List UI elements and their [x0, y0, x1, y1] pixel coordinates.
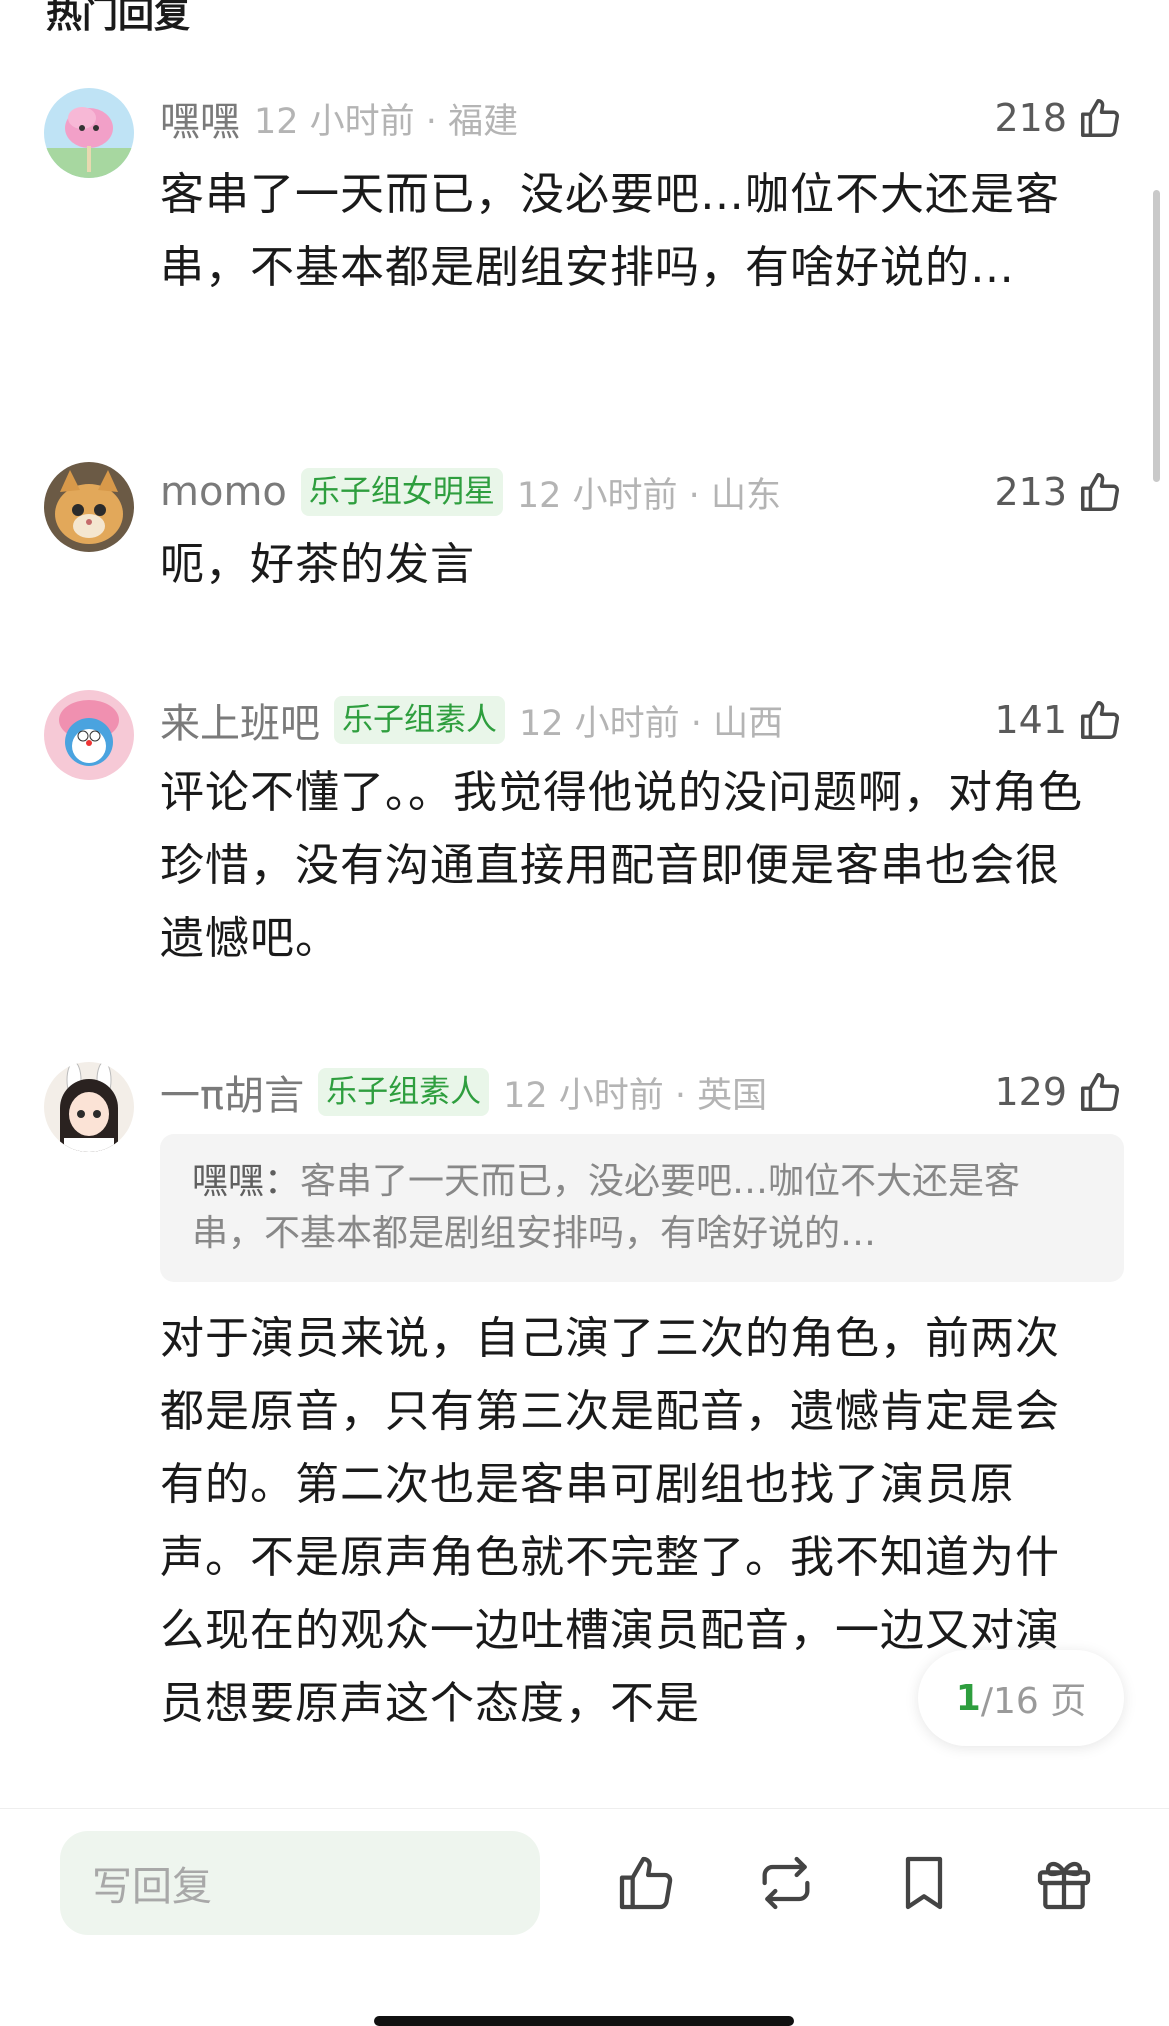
section-title: 热门回复	[46, 0, 191, 36]
bottom-action-bar: 写回复	[0, 1808, 1169, 2024]
username[interactable]: 嘿嘿	[160, 89, 240, 147]
like-count: 141	[994, 698, 1067, 742]
gift-icon[interactable]	[1030, 1849, 1098, 1917]
user-badge: 乐子组素人	[318, 1068, 490, 1116]
avatar[interactable]	[44, 690, 134, 780]
user-badge: 乐子组素人	[334, 696, 505, 744]
username[interactable]: 来上班吧	[160, 691, 320, 749]
thumbs-up-icon[interactable]	[612, 1849, 680, 1917]
thumbs-up-icon	[1081, 473, 1119, 511]
user-badge: 乐子组女明星	[300, 468, 503, 516]
current-page: 1	[955, 1677, 981, 1719]
page-indicator[interactable]: 1/16 页	[918, 1650, 1124, 1746]
like-count: 218	[994, 96, 1067, 140]
comment-meta: 12 小时前 · 英国	[503, 1075, 768, 1116]
home-indicator[interactable]	[374, 2016, 794, 2026]
comment-text: 客串了一天而已，没必要吧…咖位不大还是客串，不基本都是剧组安排吗，有啥好说的…	[160, 169, 1060, 293]
comment-meta: 12 小时前 · 山东	[516, 475, 781, 516]
comment-text: 评论不懂了。。我觉得他说的没问题啊，对角色珍惜，没有沟通直接用配音即便是客串也会…	[160, 767, 1083, 964]
quote-text: 嘿嘿：客串了一天而已，没必要吧…咖位不大还是客串，不基本都是剧组安排吗，有啥好说…	[192, 1161, 1021, 1254]
username[interactable]: momo	[160, 469, 287, 515]
reply-placeholder: 写回复	[92, 1864, 212, 1910]
like-button[interactable]: 218	[994, 88, 1123, 148]
comment-meta: 12 小时前 · 山西	[519, 703, 784, 744]
comment-text: 呃，好茶的发言	[160, 539, 475, 590]
thumbs-up-icon	[1081, 701, 1119, 739]
bookmark-icon[interactable]	[890, 1849, 958, 1917]
like-button[interactable]: 141	[994, 690, 1123, 750]
username[interactable]: 一π胡言	[160, 1063, 304, 1121]
avatar[interactable]	[44, 1062, 134, 1152]
quoted-reply[interactable]: 嘿嘿：客串了一天而已，没必要吧…咖位不大还是客串，不基本都是剧组安排吗，有啥好说…	[160, 1134, 1124, 1282]
like-count: 213	[994, 470, 1067, 514]
comment-meta: 12 小时前 · 福建	[254, 101, 519, 142]
like-count: 129	[994, 1070, 1067, 1114]
avatar[interactable]	[44, 462, 134, 552]
thumbs-up-icon	[1081, 99, 1119, 137]
scrollbar[interactable]	[1153, 190, 1160, 482]
reply-input[interactable]: 写回复	[60, 1831, 540, 1935]
thumbs-up-icon	[1081, 1073, 1119, 1111]
total-pages: /16 页	[980, 1681, 1087, 1722]
repost-icon[interactable]	[752, 1849, 820, 1917]
quote-author[interactable]: 嘿嘿：	[192, 1161, 300, 1202]
like-button[interactable]: 129	[994, 1062, 1123, 1122]
avatar[interactable]	[44, 88, 134, 178]
like-button[interactable]: 213	[994, 462, 1123, 522]
